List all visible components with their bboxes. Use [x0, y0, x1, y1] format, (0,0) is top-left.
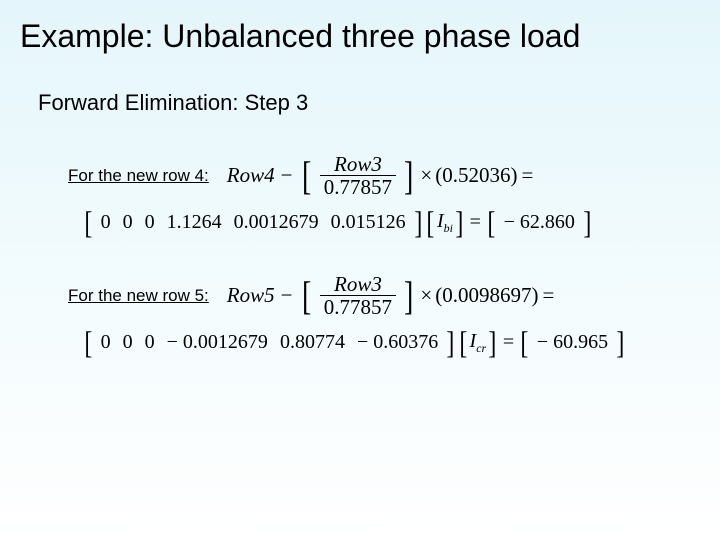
cell: 0.015126 [331, 211, 406, 234]
bracket-open-icon: [ [520, 333, 529, 352]
row4-frac-den: 0.77857 [320, 175, 396, 198]
row5-rhs: − 60.965 [537, 331, 608, 354]
equals-sign: = [521, 163, 533, 188]
times-sign: × [420, 163, 432, 188]
row4-result: [ 0 0 0 1.1264 0.0012679 0.015126 ] [ Ib… [82, 210, 700, 236]
row4-rhs: − 62.860 [504, 211, 575, 234]
row5-line: For the new row 5: Row5 − [ Row3 0.77857… [20, 268, 700, 324]
cell: 0 [101, 331, 111, 354]
bracket-open-icon: [ [301, 164, 313, 188]
page-title: Example: Unbalanced three phase load [20, 18, 700, 55]
row4-lhs: Row4 [227, 163, 275, 188]
row5-lhs: Row5 [227, 283, 275, 308]
row4-derivation: Row4 − [ Row3 0.77857 ] × (0.52036) = [227, 153, 538, 198]
cell: 0 [145, 331, 155, 354]
bracket-close-icon: ] [403, 164, 415, 188]
paren-open: ( [435, 163, 442, 188]
row5-var: Icr [470, 330, 487, 356]
times-sign: × [420, 283, 432, 308]
paren-open: ( [435, 283, 442, 308]
var-sub: bi [444, 221, 453, 235]
cell: 0 [123, 211, 133, 234]
row5-result: [ 0 0 0 − 0.0012679 0.80774 − 0.60376 ] … [82, 330, 700, 356]
bracket-open-icon: [ [458, 333, 467, 352]
bracket-close-icon: ] [455, 213, 464, 232]
row4-mult: 0.52036 [442, 163, 510, 188]
equals-sign: = [503, 331, 514, 354]
cell: 0.80774 [280, 331, 345, 354]
minus-sign: − [281, 163, 293, 188]
cell: − 0.0012679 [167, 331, 268, 354]
bracket-open-icon: [ [84, 213, 93, 232]
var-sub: cr [476, 341, 486, 355]
paren-close: ) [510, 163, 517, 188]
bracket-open-icon: [ [301, 284, 313, 308]
paren-close: ) [531, 283, 538, 308]
row5-derivation: Row5 − [ Row3 0.77857 ] × (0.0098697) = [227, 273, 559, 318]
equals-sign: = [470, 211, 481, 234]
cell: − 0.60376 [357, 331, 438, 354]
cell: 0.0012679 [234, 211, 319, 234]
var-letter: I [437, 210, 444, 232]
cell: 0 [101, 211, 111, 234]
row4-var: Ibi [437, 210, 453, 236]
cell: 0 [145, 211, 155, 234]
row5-fraction: Row3 0.77857 [320, 273, 396, 318]
row4-label: For the new row 4: [68, 166, 209, 186]
bracket-close-icon: ] [616, 333, 625, 352]
row4-fraction: Row3 0.77857 [320, 153, 396, 198]
row5-label: For the new row 5: [68, 286, 209, 306]
bracket-close-icon: ] [413, 213, 422, 232]
bracket-open-icon: [ [426, 213, 435, 232]
row4-line: For the new row 4: Row4 − [ Row3 0.77857… [20, 148, 700, 204]
equals-sign: = [542, 283, 554, 308]
cell: 0 [123, 331, 133, 354]
bracket-close-icon: ] [582, 213, 591, 232]
cell: 1.1264 [167, 211, 222, 234]
slide: Example: Unbalanced three phase load For… [0, 0, 720, 540]
bracket-open-icon: [ [84, 333, 93, 352]
bracket-open-icon: [ [487, 213, 496, 232]
row5-mult: 0.0098697 [442, 283, 531, 308]
row5-frac-num: Row3 [330, 273, 386, 295]
row4-frac-num: Row3 [330, 153, 386, 175]
bracket-close-icon: ] [403, 284, 415, 308]
bracket-close-icon: ] [488, 333, 497, 352]
row5-frac-den: 0.77857 [320, 295, 396, 318]
subtitle: Forward Elimination: Step 3 [38, 90, 700, 116]
minus-sign: − [281, 283, 293, 308]
bracket-close-icon: ] [446, 333, 455, 352]
